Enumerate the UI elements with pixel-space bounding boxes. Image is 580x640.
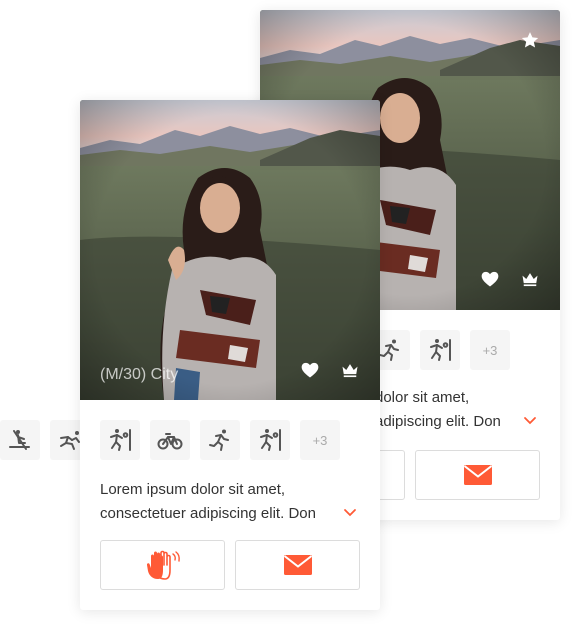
profile-description: Lorem ipsum dolor sit amet, consectetuer… bbox=[100, 478, 345, 526]
description-line-1: dolor sit amet, bbox=[375, 389, 470, 406]
rowing-icon[interactable] bbox=[0, 420, 40, 460]
activity-list: +3 bbox=[100, 420, 340, 460]
message-button[interactable] bbox=[415, 450, 540, 500]
crown-icon[interactable] bbox=[519, 268, 541, 290]
running-icon[interactable] bbox=[200, 420, 240, 460]
cycling-icon[interactable] bbox=[150, 420, 190, 460]
heart-icon[interactable] bbox=[479, 268, 501, 290]
profile-photo-image bbox=[80, 100, 380, 400]
profile-card-front[interactable]: (M/30) City +3 Lorem ipsum dolor sit ame… bbox=[80, 100, 380, 610]
soccer-icon[interactable] bbox=[100, 420, 140, 460]
heart-icon[interactable] bbox=[299, 359, 321, 381]
mail-icon bbox=[283, 555, 312, 575]
description-line-1: Lorem ipsum dolor sit amet, bbox=[100, 481, 286, 498]
profile-description: dolor sit amet, adipiscing elit. Don bbox=[375, 386, 545, 434]
crown-icon[interactable] bbox=[339, 359, 361, 381]
soccer-icon[interactable] bbox=[420, 330, 460, 370]
profile-photo[interactable]: (M/30) City bbox=[80, 100, 380, 400]
activity-list-overflow bbox=[0, 420, 90, 460]
wave-button[interactable] bbox=[100, 540, 225, 590]
soccer-icon[interactable] bbox=[250, 420, 290, 460]
chevron-down-icon[interactable] bbox=[523, 416, 537, 426]
description-line-2: consectetuer adipiscing elit. Don bbox=[100, 505, 316, 522]
wave-hands-icon bbox=[146, 550, 180, 580]
more-activities-badge[interactable]: +3 bbox=[470, 330, 510, 370]
mail-icon bbox=[463, 465, 492, 485]
activity-list: +3 bbox=[370, 330, 510, 370]
description-line-2: adipiscing elit. Don bbox=[375, 413, 501, 430]
message-button[interactable] bbox=[235, 540, 360, 590]
more-activities-badge[interactable]: +3 bbox=[300, 420, 340, 460]
chevron-down-icon[interactable] bbox=[343, 508, 357, 518]
profile-caption: (M/30) City bbox=[100, 366, 179, 383]
star-icon[interactable] bbox=[519, 29, 541, 51]
